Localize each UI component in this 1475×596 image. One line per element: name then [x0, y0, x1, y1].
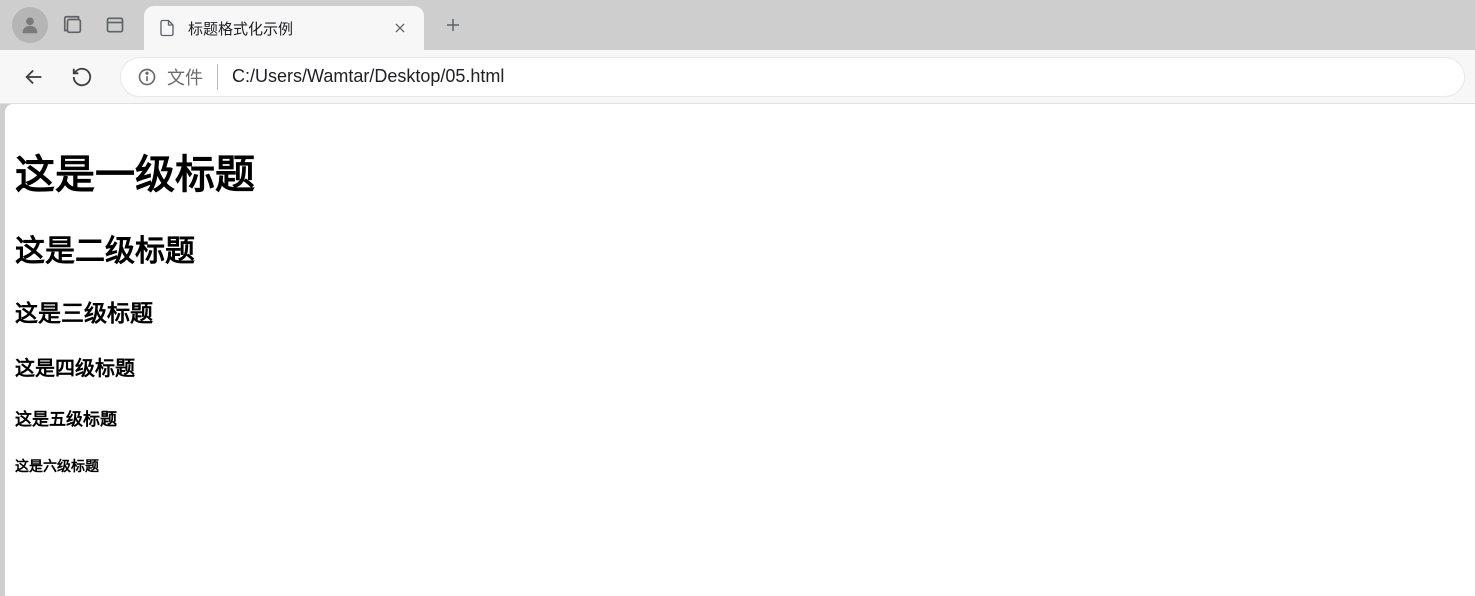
tab-title: 标题格式化示例 — [188, 18, 382, 39]
tab-bar: 标题格式化示例 — [0, 0, 1475, 50]
collections-icon[interactable] — [56, 8, 90, 42]
heading-1: 这是一级标题 — [15, 142, 1465, 200]
heading-2: 这是二级标题 — [15, 226, 1465, 270]
close-tab-icon[interactable] — [390, 18, 410, 38]
browser-tab[interactable]: 标题格式化示例 — [144, 6, 424, 50]
browser-chrome: 标题格式化示例 — [0, 0, 1475, 104]
page-icon — [158, 19, 176, 37]
heading-5: 这是五级标题 — [15, 405, 1465, 430]
workspaces-icon[interactable] — [98, 8, 132, 42]
url-scheme-label: 文件 — [167, 64, 218, 90]
back-button[interactable] — [14, 57, 54, 97]
refresh-button[interactable] — [62, 57, 102, 97]
toolbar: 文件 C:/Users/Wamtar/Desktop/05.html — [0, 50, 1475, 104]
address-bar[interactable]: 文件 C:/Users/Wamtar/Desktop/05.html — [120, 57, 1465, 97]
page-content: 这是一级标题 这是二级标题 这是三级标题 这是四级标题 这是五级标题 这是六级标… — [5, 104, 1475, 596]
heading-4: 这是四级标题 — [15, 352, 1465, 381]
new-tab-button[interactable] — [436, 8, 470, 42]
heading-6: 这是六级标题 — [15, 456, 1465, 476]
profile-icon[interactable] — [12, 7, 48, 43]
url-text: C:/Users/Wamtar/Desktop/05.html — [232, 66, 504, 87]
heading-3: 这是三级标题 — [15, 294, 1465, 328]
site-info-icon[interactable] — [137, 67, 157, 87]
